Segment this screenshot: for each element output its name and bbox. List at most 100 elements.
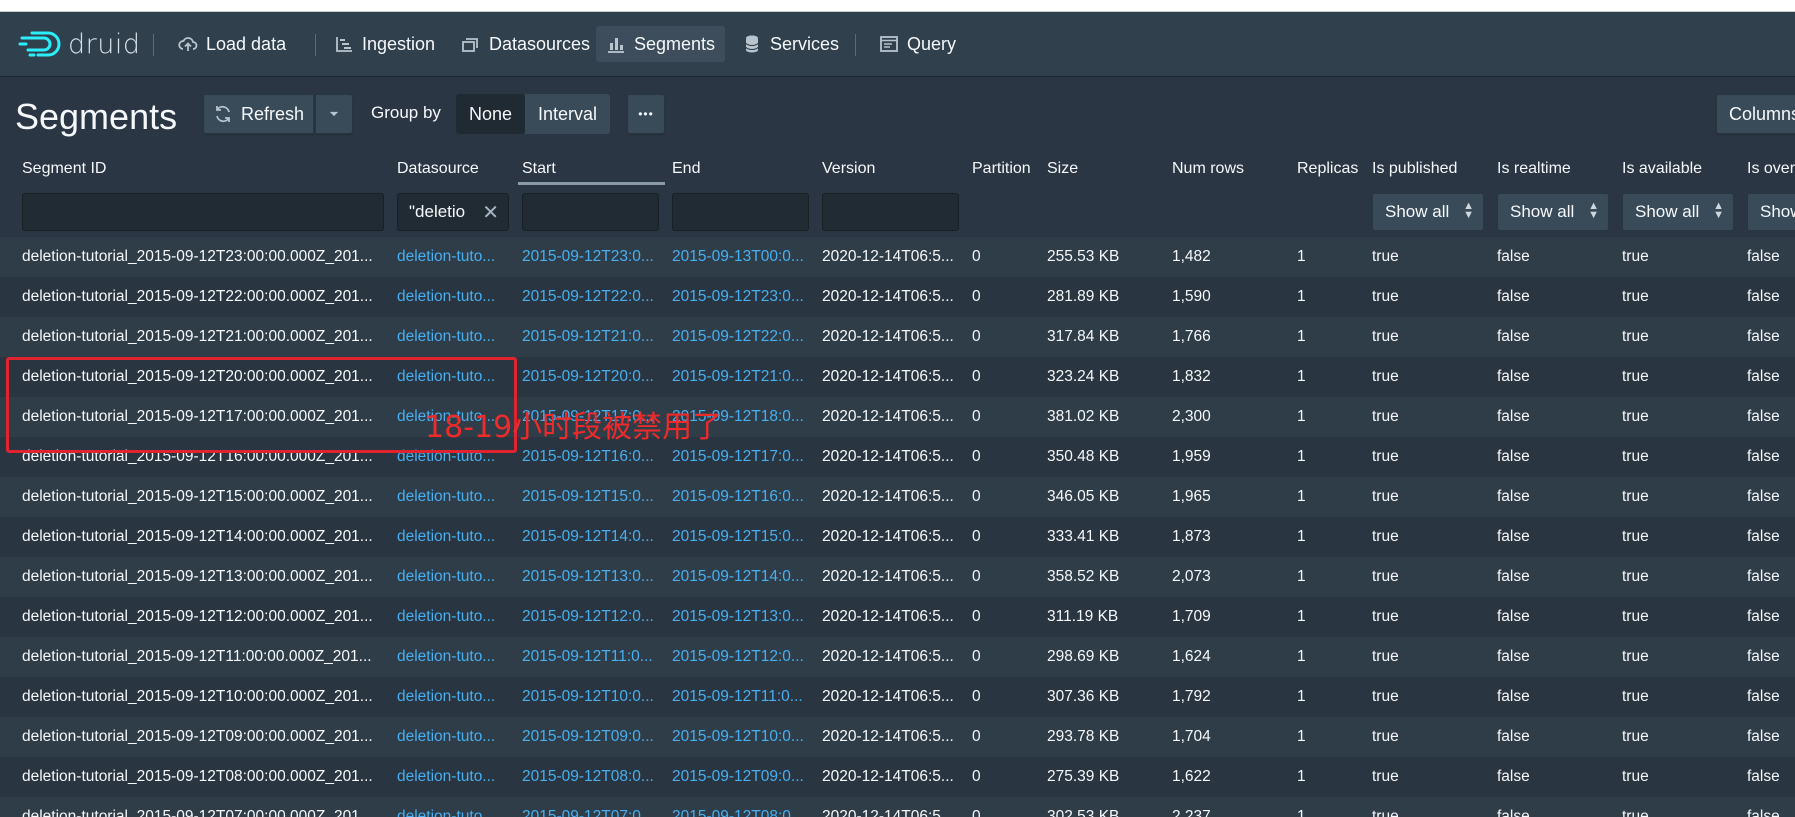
nav-load-data[interactable]: Load data	[168, 26, 296, 62]
cell-start[interactable]: 2015-09-12T07:0...	[522, 808, 667, 817]
cell-datasource[interactable]: deletion-tuto...	[397, 528, 517, 546]
cell-start[interactable]: 2015-09-12T20:0...	[522, 368, 667, 386]
cell-datasource[interactable]: deletion-tuto...	[397, 648, 517, 666]
cell-end[interactable]: 2015-09-12T21:0...	[672, 368, 817, 386]
clear-filter-icon[interactable]: ✕	[482, 200, 499, 225]
cell-start[interactable]: 2015-09-12T14:0...	[522, 528, 667, 546]
cell-datasource[interactable]: deletion-tuto...	[397, 248, 517, 266]
group-by-interval-button[interactable]: Interval	[525, 94, 611, 134]
col-header-is-published[interactable]: Is published	[1372, 160, 1457, 178]
cell-version: 2020-12-14T06:5...	[822, 408, 954, 425]
col-header-replicas[interactable]: Replicas	[1297, 160, 1358, 178]
col-header-size[interactable]: Size	[1047, 160, 1078, 178]
cell-end[interactable]: 2015-09-12T17:0...	[672, 448, 817, 466]
segment-id-filter-input[interactable]	[22, 193, 384, 231]
druid-logo-icon	[18, 31, 61, 57]
is-realtime-filter-select[interactable]: Show all ▲ ▼	[1497, 193, 1609, 231]
cell-is-published: true	[1372, 648, 1399, 665]
col-header-datasource[interactable]: Datasource	[397, 160, 479, 178]
cell-datasource[interactable]: deletion-tuto...	[397, 328, 517, 346]
col-header-segment-id[interactable]: Segment ID	[22, 160, 106, 178]
cell-datasource[interactable]: deletion-tuto...	[397, 728, 517, 746]
cell-is-realtime: false	[1497, 488, 1530, 505]
is-overshadowed-filter-select[interactable]: Show	[1747, 193, 1795, 231]
table-row: deletion-tutorial_2015-09-12T11:00:00.00…	[0, 637, 1795, 677]
cell-version: 2020-12-14T06:5...	[822, 448, 954, 465]
cell-start[interactable]: 2015-09-12T11:0...	[522, 648, 667, 666]
is-available-filter-value: Show all	[1635, 202, 1700, 221]
refresh-options-button[interactable]	[315, 94, 353, 134]
table-row: deletion-tutorial_2015-09-12T07:00:00.00…	[0, 797, 1795, 817]
cell-segment-id: deletion-tutorial_2015-09-12T13:00:00.00…	[22, 568, 373, 585]
cell-datasource[interactable]: deletion-tuto...	[397, 288, 517, 306]
cell-start[interactable]: 2015-09-12T15:0...	[522, 488, 667, 506]
col-header-end[interactable]: End	[672, 160, 700, 178]
cell-start[interactable]: 2015-09-12T12:0...	[522, 608, 667, 626]
cell-datasource[interactable]: deletion-tuto...	[397, 568, 517, 586]
col-header-num-rows[interactable]: Num rows	[1172, 160, 1244, 178]
cell-start[interactable]: 2015-09-12T08:0...	[522, 768, 667, 786]
cell-start[interactable]: 2015-09-12T23:0...	[522, 248, 667, 266]
cell-datasource[interactable]: deletion-tuto...	[397, 808, 517, 817]
cell-end[interactable]: 2015-09-12T14:0...	[672, 568, 817, 586]
cell-datasource[interactable]: deletion-tuto...	[397, 608, 517, 626]
col-header-is-realtime[interactable]: Is realtime	[1497, 160, 1571, 178]
more-options-button[interactable]: •••	[627, 94, 665, 134]
table-row: deletion-tutorial_2015-09-12T15:00:00.00…	[0, 477, 1795, 517]
is-published-filter-select[interactable]: Show all ▲ ▼	[1372, 193, 1484, 231]
refresh-button[interactable]: Refresh	[203, 94, 314, 134]
cell-end[interactable]: 2015-09-12T23:0...	[672, 288, 817, 306]
col-header-partition[interactable]: Partition	[972, 160, 1031, 178]
cell-segment-id: deletion-tutorial_2015-09-12T08:00:00.00…	[22, 768, 373, 785]
col-header-version[interactable]: Version	[822, 160, 875, 178]
cell-end[interactable]: 2015-09-12T16:0...	[672, 488, 817, 506]
col-header-start[interactable]: Start	[522, 160, 556, 178]
druid-logo[interactable]: druid	[18, 29, 141, 60]
cell-start[interactable]: 2015-09-12T13:0...	[522, 568, 667, 586]
cell-end[interactable]: 2015-09-13T00:0...	[672, 248, 817, 266]
columns-button[interactable]: Columns	[1716, 94, 1795, 134]
nav-segments[interactable]: Segments	[596, 26, 726, 62]
cell-segment-id: deletion-tutorial_2015-09-12T10:00:00.00…	[22, 688, 373, 705]
nav-services[interactable]: Services	[732, 26, 849, 62]
end-filter-input[interactable]	[672, 193, 809, 231]
cell-start[interactable]: 2015-09-12T09:0...	[522, 728, 667, 746]
cell-partition: 0	[972, 808, 981, 817]
cell-start[interactable]: 2015-09-12T22:0...	[522, 288, 667, 306]
cell-num-rows: 1,766	[1172, 328, 1211, 345]
cell-end[interactable]: 2015-09-12T13:0...	[672, 608, 817, 626]
nav-datasources[interactable]: Datasources	[451, 26, 600, 62]
cell-datasource[interactable]: deletion-tuto...	[397, 688, 517, 706]
cell-start[interactable]: 2015-09-12T21:0...	[522, 328, 667, 346]
cell-end[interactable]: 2015-09-12T11:0...	[672, 688, 817, 706]
nav-query[interactable]: Query	[869, 26, 966, 62]
group-by-none-button[interactable]: None	[456, 94, 526, 134]
cell-end[interactable]: 2015-09-12T10:0...	[672, 728, 817, 746]
cell-is-available: true	[1622, 608, 1649, 625]
col-header-is-available[interactable]: Is available	[1622, 160, 1702, 178]
cell-is-realtime: false	[1497, 808, 1530, 817]
cell-is-published: true	[1372, 288, 1399, 305]
nav-ingestion[interactable]: Ingestion	[324, 26, 445, 62]
is-available-filter-select[interactable]: Show all ▲ ▼	[1622, 193, 1734, 231]
start-filter-input[interactable]	[522, 193, 659, 231]
cell-datasource[interactable]: deletion-tuto...	[397, 488, 517, 506]
cell-version: 2020-12-14T06:5...	[822, 328, 954, 345]
nav-divider	[855, 34, 856, 56]
cell-is-available: true	[1622, 288, 1649, 305]
cell-end[interactable]: 2015-09-12T09:0...	[672, 768, 817, 786]
cell-end[interactable]: 2015-09-12T12:0...	[672, 648, 817, 666]
cell-start[interactable]: 2015-09-12T16:0...	[522, 448, 667, 466]
cell-version: 2020-12-14T06:5...	[822, 768, 954, 785]
cell-end[interactable]: 2015-09-12T15:0...	[672, 528, 817, 546]
nav-divider	[153, 34, 154, 56]
cell-end[interactable]: 2015-09-12T08:0...	[672, 808, 817, 817]
cell-end[interactable]: 2015-09-12T22:0...	[672, 328, 817, 346]
col-header-is-overshadowed[interactable]: Is over	[1747, 160, 1795, 178]
cell-datasource[interactable]: deletion-tuto...	[397, 768, 517, 786]
cell-start[interactable]: 2015-09-12T10:0...	[522, 688, 667, 706]
version-filter-input[interactable]	[822, 193, 959, 231]
cell-is-overshadowed: false	[1747, 248, 1780, 265]
datasource-filter-input[interactable]: "deletio ✕	[397, 193, 509, 231]
cell-is-published: true	[1372, 408, 1399, 425]
